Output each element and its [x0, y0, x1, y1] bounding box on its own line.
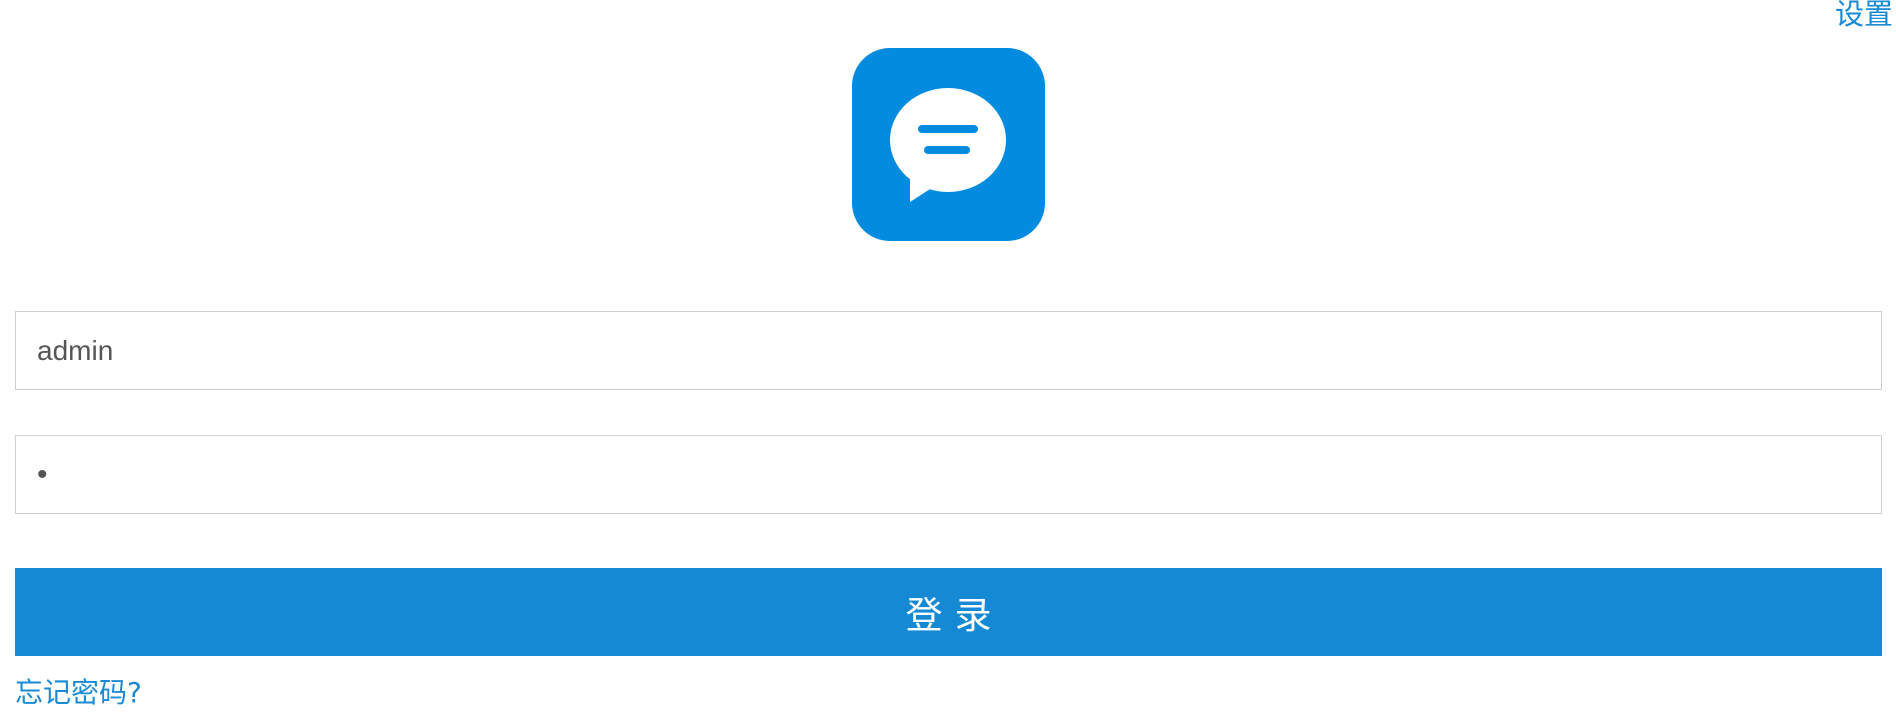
settings-link[interactable]: 设置 — [1835, 0, 1893, 32]
username-input[interactable] — [16, 312, 1881, 389]
login-button[interactable]: 登录 — [15, 568, 1882, 656]
password-field-container — [15, 435, 1882, 514]
login-page: 设置 登录 忘记密码? — [0, 0, 1896, 718]
password-input[interactable] — [16, 436, 1881, 513]
username-field-container — [15, 311, 1882, 390]
app-logo — [852, 48, 1045, 241]
chat-bubble-icon — [890, 88, 1006, 202]
forgot-password-link[interactable]: 忘记密码? — [15, 675, 142, 711]
